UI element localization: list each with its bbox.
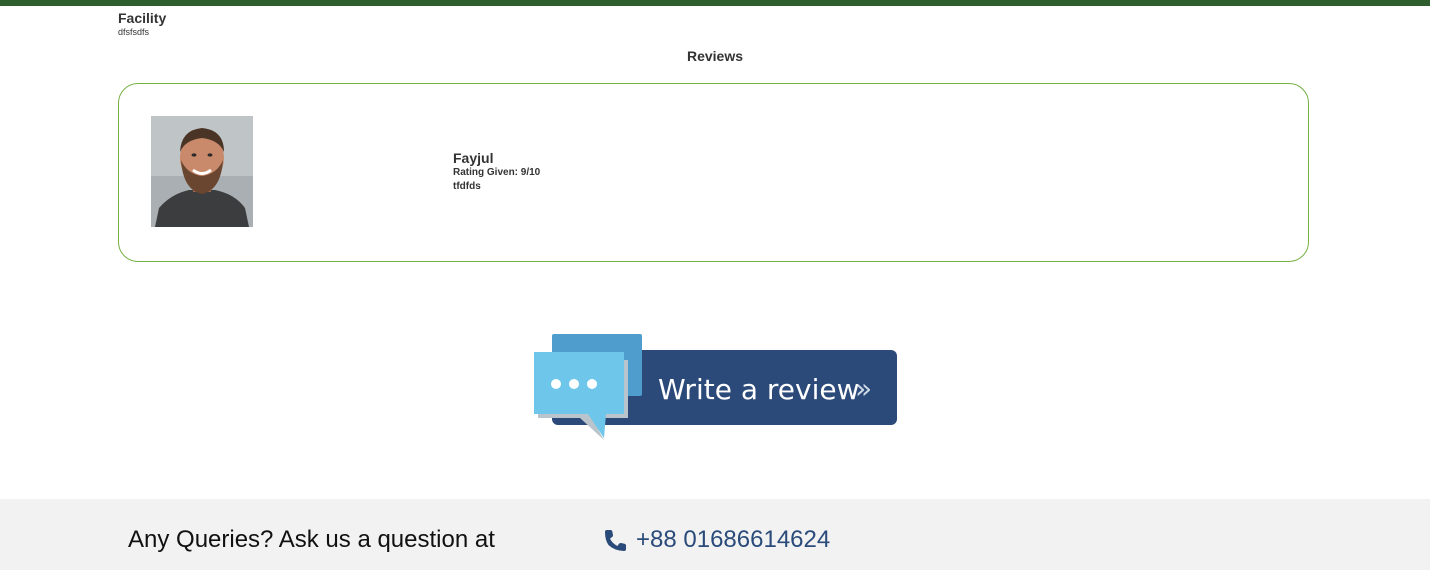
reviews-heading: Reviews <box>686 48 744 64</box>
write-review-banner: Write a review » <box>534 334 897 440</box>
facility-description: dfsfsdfs <box>118 27 150 37</box>
reviewer-avatar <box>151 116 253 227</box>
reviewer-name: Fayjul <box>453 150 494 166</box>
write-review-button[interactable]: Write a review » <box>530 332 900 444</box>
double-chevron-right-icon: » <box>855 372 872 405</box>
footer-question: Any Queries? Ask us a question at <box>128 526 495 553</box>
chat-bubble-icon <box>534 352 624 438</box>
top-accent-bar <box>0 0 1430 6</box>
review-text: tfdfds <box>453 181 481 192</box>
footer-phone-link[interactable]: +88 01686614624 <box>604 526 830 554</box>
review-card: Fayjul Rating Given: 9/10 tfdfds <box>118 83 1309 262</box>
user-photo-icon <box>151 116 253 227</box>
reviewer-info: Fayjul Rating Given: 9/10 tfdfds <box>453 150 540 194</box>
phone-icon <box>604 528 628 552</box>
facility-section: Facility dfsfsdfs <box>118 10 166 38</box>
reviewer-rating: Rating Given: 9/10 <box>453 167 541 178</box>
footer: Any Queries? Ask us a question at +88 01… <box>0 499 1430 570</box>
phone-number: +88 01686614624 <box>636 526 831 553</box>
facility-title: Facility <box>118 10 167 26</box>
write-review-label: Write a review <box>658 373 859 406</box>
